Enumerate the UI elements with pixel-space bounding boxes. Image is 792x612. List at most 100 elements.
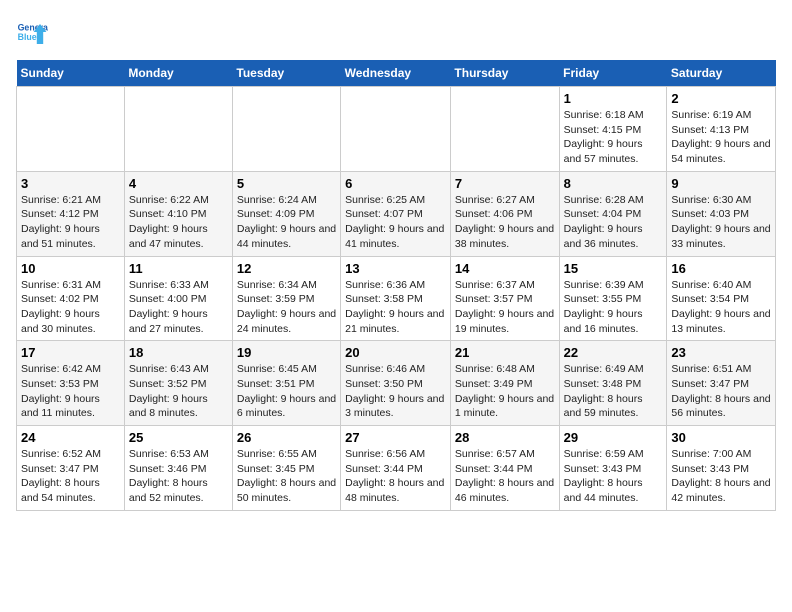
day-info: Sunrise: 6:55 AM Sunset: 3:45 PM Dayligh… [237, 447, 336, 506]
calendar-cell: 12 Sunrise: 6:34 AM Sunset: 3:59 PM Dayli… [232, 256, 340, 341]
calendar-cell: 10Sunrise: 6:31 AM Sunset: 4:02 PM Dayli… [17, 256, 125, 341]
day-number: 20 [345, 345, 446, 360]
day-number: 3 [21, 176, 120, 191]
calendar-cell: 7 Sunrise: 6:27 AM Sunset: 4:06 PM Daylig… [450, 171, 559, 256]
day-number: 28 [455, 430, 555, 445]
calendar-cell: 1 Sunrise: 6:18 AM Sunset: 4:15 PM Daylig… [559, 87, 667, 172]
calendar-cell: 8 Sunrise: 6:28 AM Sunset: 4:04 PM Daylig… [559, 171, 667, 256]
calendar-cell: 19 Sunrise: 6:45 AM Sunset: 3:51 PM Dayli… [232, 341, 340, 426]
calendar-cell [341, 87, 451, 172]
day-number: 10 [21, 261, 120, 276]
day-info: Sunrise: 6:56 AM Sunset: 3:44 PM Dayligh… [345, 447, 446, 506]
column-header-wednesday: Wednesday [341, 60, 451, 87]
day-number: 7 [455, 176, 555, 191]
calendar-cell: 30 Sunrise: 7:00 AM Sunset: 3:43 PM Dayli… [667, 426, 776, 511]
logo-icon: General Blue [16, 16, 48, 48]
day-info: Sunrise: 6:33 AM Sunset: 4:00 PM Dayligh… [129, 278, 228, 337]
calendar-cell: 16 Sunrise: 6:40 AM Sunset: 3:54 PM Dayli… [667, 256, 776, 341]
day-info: Sunrise: 6:27 AM Sunset: 4:06 PM Dayligh… [455, 193, 555, 252]
day-number: 1 [564, 91, 663, 106]
day-number: 12 [237, 261, 336, 276]
day-number: 23 [671, 345, 771, 360]
day-number: 8 [564, 176, 663, 191]
day-info: Sunrise: 6:48 AM Sunset: 3:49 PM Dayligh… [455, 362, 555, 421]
day-info: Sunrise: 6:30 AM Sunset: 4:03 PM Dayligh… [671, 193, 771, 252]
calendar-cell: 6Sunrise: 6:25 AM Sunset: 4:07 PM Daylig… [341, 171, 451, 256]
calendar-table: SundayMondayTuesdayWednesdayThursdayFrid… [16, 60, 776, 511]
svg-text:Blue: Blue [18, 32, 37, 42]
day-info: Sunrise: 6:53 AM Sunset: 3:46 PM Dayligh… [129, 447, 228, 506]
day-info: Sunrise: 6:19 AM Sunset: 4:13 PM Dayligh… [671, 108, 771, 167]
day-number: 27 [345, 430, 446, 445]
day-info: Sunrise: 6:43 AM Sunset: 3:52 PM Dayligh… [129, 362, 228, 421]
day-info: Sunrise: 6:25 AM Sunset: 4:07 PM Dayligh… [345, 193, 446, 252]
day-number: 16 [671, 261, 771, 276]
column-header-thursday: Thursday [450, 60, 559, 87]
calendar-cell: 27 Sunrise: 6:56 AM Sunset: 3:44 PM Dayli… [341, 426, 451, 511]
day-info: Sunrise: 6:42 AM Sunset: 3:53 PM Dayligh… [21, 362, 120, 421]
day-number: 29 [564, 430, 663, 445]
day-info: Sunrise: 6:34 AM Sunset: 3:59 PM Dayligh… [237, 278, 336, 337]
calendar-cell: 22Sunrise: 6:49 AM Sunset: 3:48 PM Dayli… [559, 341, 667, 426]
calendar-week-5: 24 Sunrise: 6:52 AM Sunset: 3:47 PM Dayli… [17, 426, 776, 511]
calendar-cell: 21 Sunrise: 6:48 AM Sunset: 3:49 PM Dayli… [450, 341, 559, 426]
day-number: 24 [21, 430, 120, 445]
day-info: Sunrise: 6:45 AM Sunset: 3:51 PM Dayligh… [237, 362, 336, 421]
calendar-cell [17, 87, 125, 172]
day-info: Sunrise: 6:52 AM Sunset: 3:47 PM Dayligh… [21, 447, 120, 506]
day-number: 25 [129, 430, 228, 445]
calendar-cell: 24 Sunrise: 6:52 AM Sunset: 3:47 PM Dayli… [17, 426, 125, 511]
day-number: 15 [564, 261, 663, 276]
day-number: 4 [129, 176, 228, 191]
day-number: 26 [237, 430, 336, 445]
day-info: Sunrise: 6:37 AM Sunset: 3:57 PM Dayligh… [455, 278, 555, 337]
calendar-cell [232, 87, 340, 172]
day-number: 5 [237, 176, 336, 191]
day-info: Sunrise: 6:21 AM Sunset: 4:12 PM Dayligh… [21, 193, 120, 252]
calendar-cell [124, 87, 232, 172]
calendar-cell: 11 Sunrise: 6:33 AM Sunset: 4:00 PM Dayli… [124, 256, 232, 341]
calendar-week-3: 10Sunrise: 6:31 AM Sunset: 4:02 PM Dayli… [17, 256, 776, 341]
day-info: Sunrise: 6:28 AM Sunset: 4:04 PM Dayligh… [564, 193, 663, 252]
column-header-tuesday: Tuesday [232, 60, 340, 87]
calendar-week-4: 17Sunrise: 6:42 AM Sunset: 3:53 PM Dayli… [17, 341, 776, 426]
day-number: 30 [671, 430, 771, 445]
day-info: Sunrise: 6:39 AM Sunset: 3:55 PM Dayligh… [564, 278, 663, 337]
calendar-week-2: 3 Sunrise: 6:21 AM Sunset: 4:12 PM Daylig… [17, 171, 776, 256]
calendar-cell: 15 Sunrise: 6:39 AM Sunset: 3:55 PM Dayli… [559, 256, 667, 341]
calendar-cell: 23 Sunrise: 6:51 AM Sunset: 3:47 PM Dayli… [667, 341, 776, 426]
day-info: Sunrise: 6:46 AM Sunset: 3:50 PM Dayligh… [345, 362, 446, 421]
day-info: Sunrise: 6:51 AM Sunset: 3:47 PM Dayligh… [671, 362, 771, 421]
day-info: Sunrise: 6:59 AM Sunset: 3:43 PM Dayligh… [564, 447, 663, 506]
day-info: Sunrise: 6:18 AM Sunset: 4:15 PM Dayligh… [564, 108, 663, 167]
day-number: 13 [345, 261, 446, 276]
calendar-cell: 5 Sunrise: 6:24 AM Sunset: 4:09 PM Daylig… [232, 171, 340, 256]
day-number: 11 [129, 261, 228, 276]
column-header-saturday: Saturday [667, 60, 776, 87]
day-number: 14 [455, 261, 555, 276]
day-info: Sunrise: 7:00 AM Sunset: 3:43 PM Dayligh… [671, 447, 771, 506]
day-number: 2 [671, 91, 771, 106]
calendar-cell: 13 Sunrise: 6:36 AM Sunset: 3:58 PM Dayli… [341, 256, 451, 341]
day-info: Sunrise: 6:49 AM Sunset: 3:48 PM Dayligh… [564, 362, 663, 421]
calendar-cell: 20 Sunrise: 6:46 AM Sunset: 3:50 PM Dayli… [341, 341, 451, 426]
calendar-cell: 18Sunrise: 6:43 AM Sunset: 3:52 PM Dayli… [124, 341, 232, 426]
calendar-cell: 26 Sunrise: 6:55 AM Sunset: 3:45 PM Dayli… [232, 426, 340, 511]
day-info: Sunrise: 6:22 AM Sunset: 4:10 PM Dayligh… [129, 193, 228, 252]
calendar-cell: 28 Sunrise: 6:57 AM Sunset: 3:44 PM Dayli… [450, 426, 559, 511]
calendar-cell: 17Sunrise: 6:42 AM Sunset: 3:53 PM Dayli… [17, 341, 125, 426]
calendar-header-row: SundayMondayTuesdayWednesdayThursdayFrid… [17, 60, 776, 87]
column-header-monday: Monday [124, 60, 232, 87]
day-number: 21 [455, 345, 555, 360]
column-header-sunday: Sunday [17, 60, 125, 87]
calendar-cell: 2 Sunrise: 6:19 AM Sunset: 4:13 PM Daylig… [667, 87, 776, 172]
calendar-cell: 9Sunrise: 6:30 AM Sunset: 4:03 PM Daylig… [667, 171, 776, 256]
day-info: Sunrise: 6:57 AM Sunset: 3:44 PM Dayligh… [455, 447, 555, 506]
day-info: Sunrise: 6:36 AM Sunset: 3:58 PM Dayligh… [345, 278, 446, 337]
calendar-week-1: 1 Sunrise: 6:18 AM Sunset: 4:15 PM Daylig… [17, 87, 776, 172]
calendar-cell [450, 87, 559, 172]
day-info: Sunrise: 6:24 AM Sunset: 4:09 PM Dayligh… [237, 193, 336, 252]
calendar-cell: 4 Sunrise: 6:22 AM Sunset: 4:10 PM Daylig… [124, 171, 232, 256]
day-number: 19 [237, 345, 336, 360]
day-info: Sunrise: 6:40 AM Sunset: 3:54 PM Dayligh… [671, 278, 771, 337]
